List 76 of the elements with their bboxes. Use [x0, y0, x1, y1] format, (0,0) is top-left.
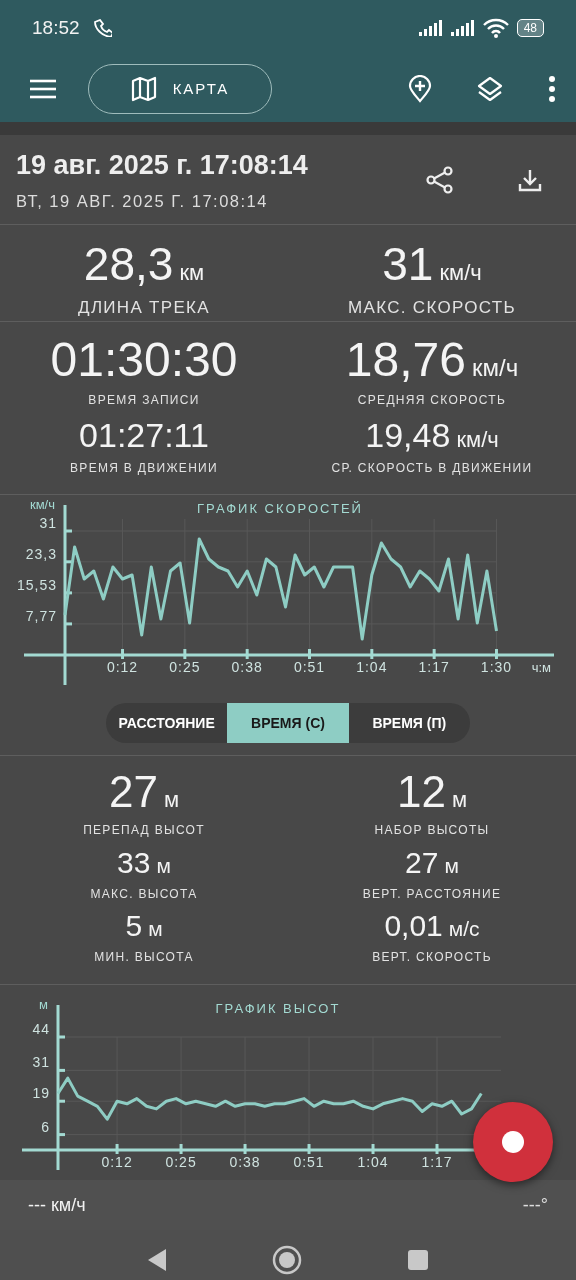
stat-label: ВЕРТ. РАССТОЯНИЕ — [361, 886, 503, 903]
chart-title: ГРАФИК ВЫСОТ — [215, 1001, 341, 1016]
axis-mode-tab[interactable]: РАССТОЯНИЕ — [106, 703, 228, 743]
layers-icon[interactable] — [476, 75, 504, 103]
signal-icon — [418, 20, 443, 36]
tick-label: 0:25 — [169, 659, 201, 675]
map-button[interactable]: КАРТА — [88, 64, 272, 114]
tick-label: 1:17 — [421, 1154, 453, 1170]
stat-label: ДЛИНА ТРЕКА — [77, 297, 211, 319]
add-location-icon[interactable] — [408, 75, 432, 103]
tick-label: 0:51 — [293, 659, 326, 675]
axis-title: км/ч — [30, 497, 55, 512]
more-icon[interactable] — [548, 76, 556, 102]
stat-value: 28,3 км — [82, 241, 206, 287]
stat-value: 33 м — [116, 848, 172, 878]
stat-value: 27 м — [404, 848, 460, 878]
phone-icon — [91, 19, 112, 37]
stat-label: ВРЕМЯ В ДВИЖЕНИИ — [69, 460, 219, 477]
axis-mode-tab[interactable]: ВРЕМЯ (П) — [348, 703, 470, 743]
tick-label: 0:38 — [229, 1154, 261, 1170]
track-title: 19 авг. 2025 г. 17:08:14 — [16, 148, 308, 182]
download-icon[interactable] — [518, 167, 542, 192]
stat-label: ВЕРТ. СКОРОСТЬ — [371, 949, 493, 966]
axis-mode-tab[interactable]: ВРЕМЯ (С) — [227, 703, 349, 743]
stat-label: МАКС. ВЫСОТА — [89, 886, 199, 903]
tick-label: 0:51 — [293, 1154, 325, 1170]
back-icon[interactable] — [147, 1248, 167, 1272]
tick-label: 1:17 — [418, 659, 450, 675]
stat-label: ВРЕМЯ ЗАПИСИ — [87, 392, 201, 409]
stat-value: 0,01 м/с — [383, 911, 481, 941]
stat-value: 5 м — [124, 911, 164, 941]
map-icon — [130, 76, 157, 102]
track-subtitle: ВТ, 19 АВГ. 2025 Г. 17:08:14 — [16, 191, 269, 213]
record-icon — [501, 1130, 525, 1155]
record-button[interactable] — [473, 1102, 553, 1182]
wifi-icon — [482, 18, 509, 38]
speed-readout: --- км/ч — [28, 1193, 86, 1217]
tick-label: 0:38 — [231, 659, 263, 675]
stat-value: 19,48 км/ч — [364, 418, 500, 452]
stat-label: СРЕДНЯЯ СКОРОСТЬ — [356, 392, 508, 409]
tick-label: 19 — [32, 1085, 50, 1102]
signal-icon — [450, 20, 475, 36]
heading-readout: ---° — [522, 1193, 548, 1217]
tick-label: 23,3 — [25, 545, 57, 562]
tick-label: 7,77 — [25, 607, 57, 624]
tick-label: 15,53 — [16, 576, 57, 593]
tick-label: 1:30 — [480, 659, 513, 675]
menu-icon[interactable] — [30, 79, 56, 99]
tick-label: 44 — [32, 1021, 50, 1037]
stat-value: 18,76 км/ч — [344, 336, 520, 384]
stat-label: МИН. ВЫСОТА — [93, 949, 195, 966]
recents-icon[interactable] — [407, 1249, 429, 1271]
status-time: 18:52 — [32, 15, 80, 40]
tick-label: 0:25 — [165, 1154, 197, 1170]
chart-title: ГРАФИК СКОРОСТЕЙ — [197, 501, 363, 516]
stat-value: 01:27:11 — [78, 418, 210, 452]
stat-value: 31 км/ч — [381, 241, 483, 287]
tick-label: 1:04 — [357, 1154, 389, 1170]
tick-label: 1:04 — [356, 659, 388, 675]
stat-label: СР. СКОРОСТЬ В ДВИЖЕНИИ — [330, 460, 534, 477]
stat-label: МАКС. СКОРОСТЬ — [347, 297, 517, 319]
stat-value: 27 м — [107, 770, 181, 814]
axis-title: ч:м — [531, 660, 551, 675]
stat-label: НАБОР ВЫСОТЫ — [373, 822, 491, 839]
share-icon[interactable] — [426, 165, 454, 194]
stat-value: 12 м — [395, 770, 469, 814]
stat-value: 01:30:30 — [49, 336, 239, 384]
tick-label: 0:12 — [106, 659, 139, 675]
tick-label: 6 — [41, 1118, 50, 1135]
home-icon[interactable] — [272, 1245, 302, 1275]
tick-label: 0:12 — [101, 1154, 133, 1170]
tick-label: 31 — [39, 515, 57, 531]
battery-icon: 48 — [516, 19, 544, 37]
tick-label: 31 — [32, 1054, 50, 1071]
axis-title: м — [39, 997, 48, 1012]
stat-label: ПЕРЕПАД ВЫСОТ — [82, 822, 206, 839]
